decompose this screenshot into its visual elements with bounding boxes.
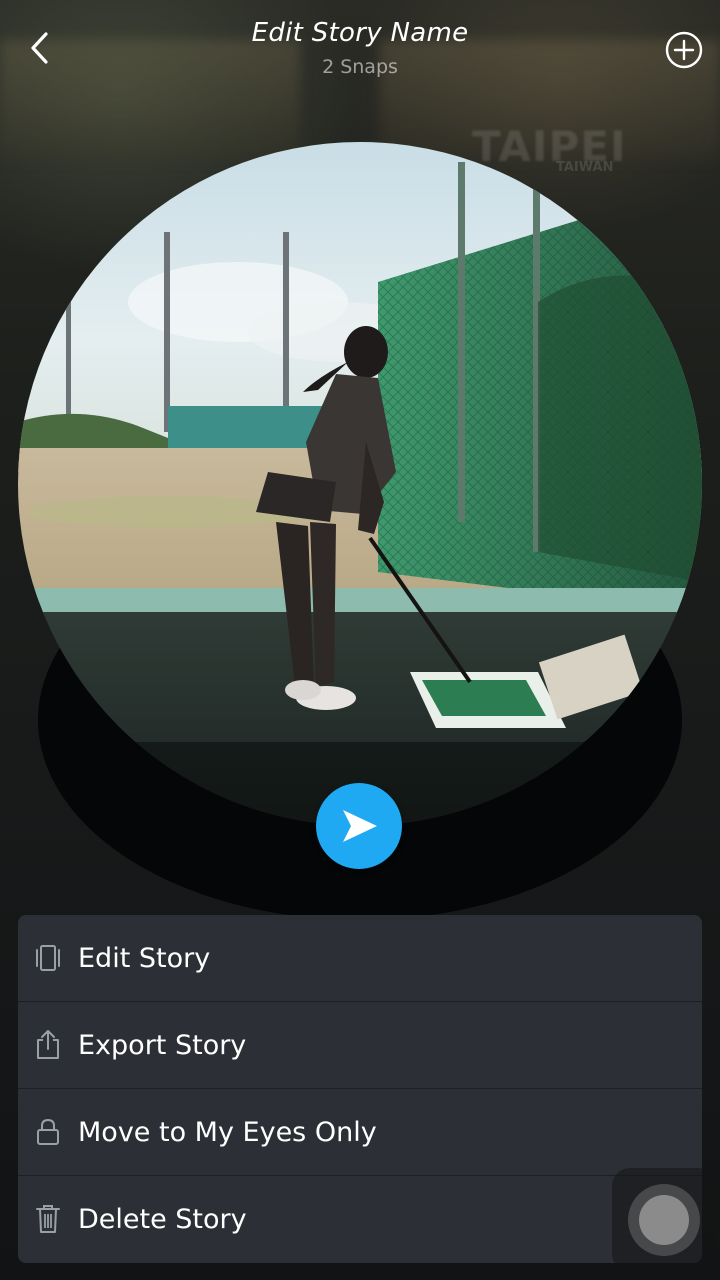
menu-item-label: Delete Story xyxy=(78,1203,247,1235)
story-thumbnail[interactable] xyxy=(18,142,702,826)
menu-item-label: Move to My Eyes Only xyxy=(78,1116,377,1148)
menu-item-edit-story[interactable]: Edit Story xyxy=(18,915,702,1002)
story-title[interactable]: Edit Story Name xyxy=(0,18,720,48)
backdrop-country-text: TAIWAN xyxy=(556,160,614,175)
menu-item-label: Edit Story xyxy=(78,942,211,974)
menu-item-export-story[interactable]: Export Story xyxy=(18,1002,702,1089)
play-story-button[interactable] xyxy=(316,783,402,869)
assistive-touch-core xyxy=(639,1195,689,1245)
trash-icon xyxy=(18,1176,78,1262)
story-screen: TAIPEI TAIWAN Edit Story Name 2 Snaps Ed… xyxy=(0,0,720,1280)
assistive-touch-button[interactable] xyxy=(612,1168,716,1272)
lock-icon xyxy=(18,1089,78,1175)
menu-item-move-to-my-eyes-only[interactable]: Move to My Eyes Only xyxy=(18,1089,702,1176)
snap-count: 2 Snaps xyxy=(322,56,398,78)
story-frames-icon xyxy=(18,915,78,1001)
golf-range-photo xyxy=(18,142,702,826)
add-snap-button[interactable] xyxy=(662,28,706,72)
play-arrow-icon xyxy=(343,810,377,842)
menu-item-label: Export Story xyxy=(78,1029,247,1061)
menu-item-delete-story[interactable]: Delete Story xyxy=(18,1176,702,1262)
share-export-icon xyxy=(18,1002,78,1088)
story-action-sheet: Edit Story Export Story Move to My Eyes … xyxy=(18,915,702,1263)
assistive-touch-ring xyxy=(628,1184,700,1256)
plus-circle-icon xyxy=(665,31,703,69)
header: Edit Story Name 2 Snaps xyxy=(0,0,720,100)
